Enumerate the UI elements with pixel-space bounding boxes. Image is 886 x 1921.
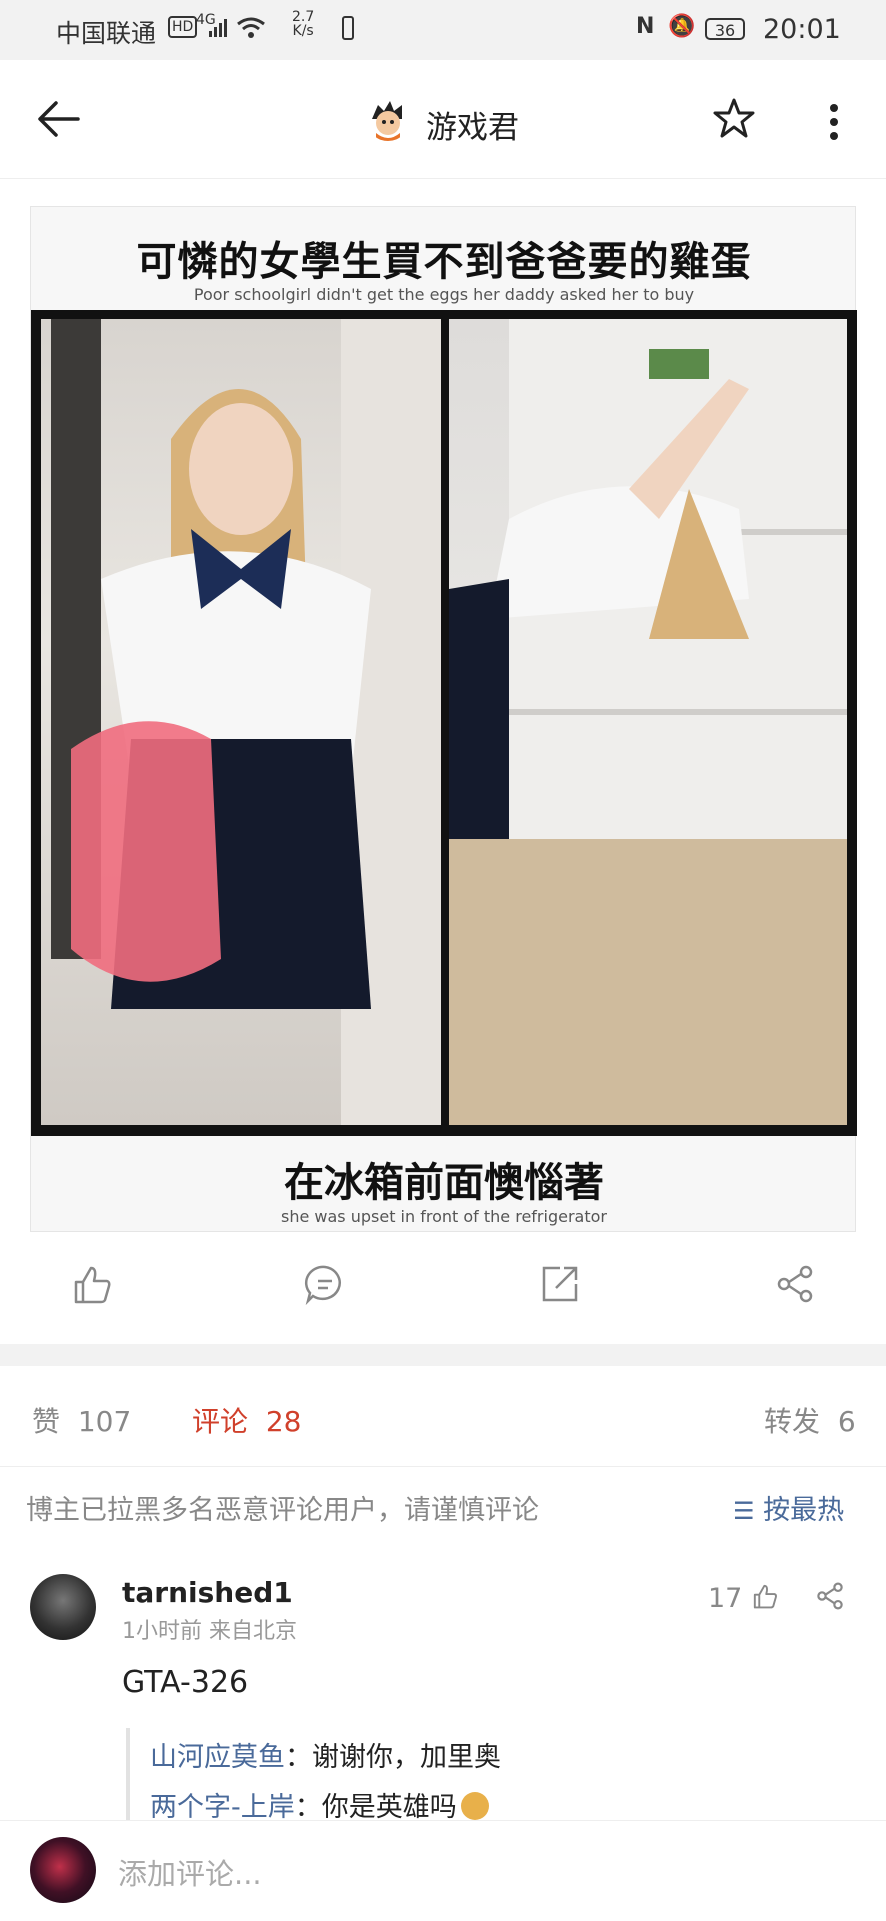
photo-left-panel — [41, 319, 441, 1125]
account-avatar[interactable] — [366, 97, 410, 141]
caption-top-zh: 可憐的女學生買不到爸爸要的雞蛋 — [136, 239, 752, 285]
top-nav-bar: 游戏君 — [0, 60, 886, 179]
comment-meta: 1小时前 来自北京 — [122, 1619, 297, 1644]
section-divider — [0, 1344, 886, 1366]
stats-divider — [0, 1466, 886, 1467]
signal-icon — [209, 19, 227, 37]
caption-top-en: Poor schoolgirl didn't get the eggs her … — [193, 285, 695, 304]
page-title[interactable]: 游戏君 — [426, 102, 519, 147]
comment-input[interactable]: 添加评论... — [118, 1851, 262, 1893]
post-image[interactable]: 可憐的女學生買不到爸爸要的雞蛋 Poor schoolgirl didn't g… — [30, 206, 857, 1232]
reply-item[interactable]: 两个字-上岸：你是英雄吗 — [150, 1785, 489, 1824]
status-bar: 中国联通 HD 4G 2.7 K/s N 🔕 36 20:01 — [0, 0, 886, 60]
reply-item[interactable]: 山河应莫鱼：谢谢你，加里奥 — [150, 1735, 501, 1774]
caption-bottom-zh: 在冰箱前面懊惱著 — [284, 1160, 604, 1206]
clock: 20:01 — [763, 14, 841, 45]
comment-composer: 添加评论... — [0, 1820, 886, 1921]
comment-share-icon[interactable] — [814, 1580, 846, 1612]
thumb-up-icon — [753, 1584, 777, 1609]
tab-comments[interactable]: 评论 28 — [192, 1400, 301, 1440]
sort-toggle[interactable]: ☰ 按最热 — [733, 1488, 844, 1527]
back-arrow-icon[interactable] — [34, 95, 84, 143]
favorite-star-icon[interactable] — [712, 96, 756, 140]
commenter-name[interactable]: tarnished1 — [122, 1576, 293, 1609]
tab-likes[interactable]: 赞 107 — [32, 1400, 131, 1440]
photo-right-panel — [449, 319, 847, 1125]
comment-like-count: 17 — [708, 1583, 743, 1614]
network-speed: 2.7 K/s — [292, 9, 315, 39]
hd-icon: HD — [168, 16, 198, 38]
comment-text: GTA-326 — [122, 1665, 249, 1700]
reply-author[interactable]: 山河应莫鱼 — [150, 1742, 285, 1773]
repost-icon[interactable] — [538, 1262, 582, 1306]
reply-author[interactable]: 两个字-上岸 — [150, 1792, 295, 1823]
tab-reposts[interactable]: 转发 6 — [764, 1400, 856, 1440]
caption-bottom-en: she was upset in front of the refrigerat… — [281, 1207, 607, 1226]
nfc-icon: N — [636, 14, 655, 39]
sort-icon: ☰ — [733, 1497, 755, 1525]
commenter-avatar[interactable] — [30, 1574, 96, 1640]
doge-emoji-icon — [460, 1792, 489, 1820]
more-options-icon[interactable] — [826, 100, 842, 144]
comment-like-button[interactable]: 17 — [708, 1582, 779, 1614]
carrier-label: 中国联通 — [56, 19, 157, 48]
wifi-icon — [237, 17, 265, 38]
mute-icon: 🔕 — [668, 14, 696, 39]
share-icon[interactable] — [773, 1262, 817, 1306]
comment-notice: 博主已拉黑多名恶意评论用户，请谨慎评论 — [26, 1495, 539, 1526]
replies-indicator — [126, 1728, 130, 1820]
like-thumb-icon[interactable] — [70, 1262, 114, 1306]
user-avatar[interactable] — [30, 1837, 96, 1903]
reply-text: ：谢谢你，加里奥 — [285, 1742, 501, 1773]
sim-icon — [342, 16, 354, 40]
comment-bubble-icon[interactable] — [303, 1262, 347, 1306]
battery-icon: 36 — [705, 18, 745, 40]
reply-text: ：你是英雄吗 — [294, 1792, 457, 1823]
